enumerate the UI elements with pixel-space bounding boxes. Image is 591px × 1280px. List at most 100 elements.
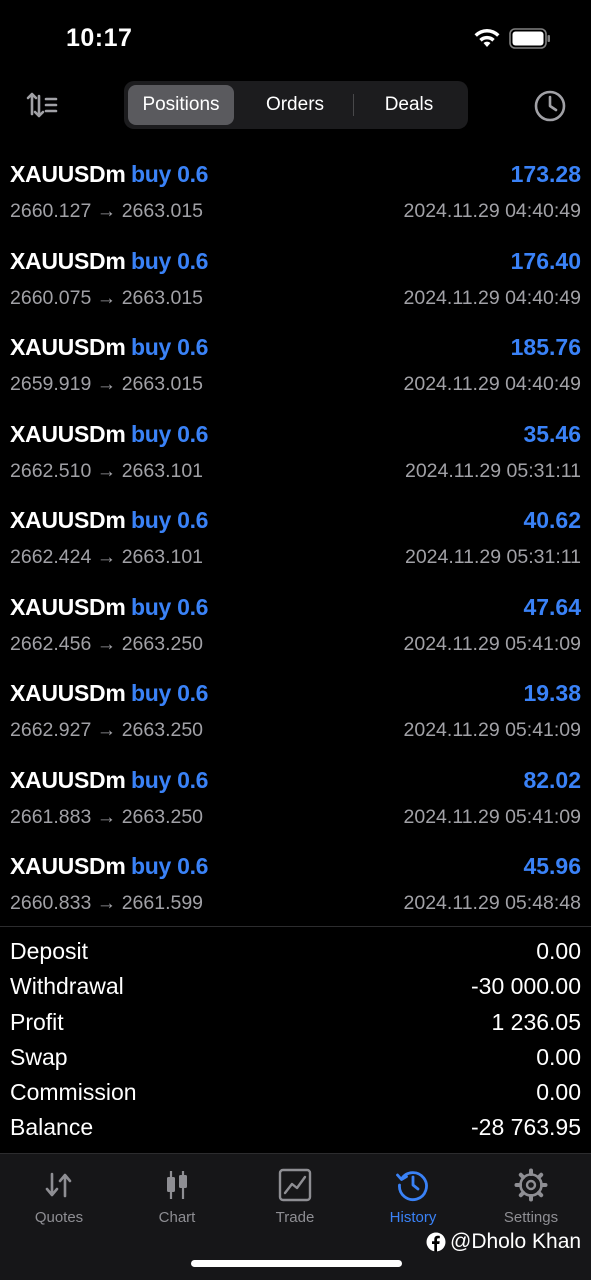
- deal-prices: 2660.833 → 2661.599: [10, 892, 203, 915]
- deal-profit: 173.28: [510, 161, 581, 187]
- close-price: 2663.015: [121, 200, 204, 222]
- status-bar: 10:17: [0, 0, 591, 78]
- deal-side: buy 0.6: [131, 420, 209, 447]
- deal-row[interactable]: XAUUSDm buy 0.6 82.02 2661.883 → 2663.250 20…: [0, 754, 591, 841]
- summary-label: Balance: [10, 1114, 94, 1141]
- tab-quotes[interactable]: Quotes: [0, 1154, 118, 1244]
- deal-row[interactable]: XAUUSDm buy 0.6 45.96 2660.833 → 2661.599 20…: [0, 840, 591, 927]
- segment-deals[interactable]: Deals: [354, 85, 464, 125]
- summary-row: Balance -28 763.95: [0, 1110, 591, 1145]
- arrow-right-icon: →: [96, 632, 117, 655]
- deal-symbol: XAUUSDm: [10, 161, 126, 187]
- open-price: 2659.919: [10, 373, 92, 395]
- deal-row[interactable]: XAUUSDm buy 0.6 176.40 2660.075 → 2663.015 2…: [0, 235, 591, 322]
- open-price: 2662.456: [10, 632, 92, 655]
- tab-trade[interactable]: Trade: [236, 1154, 354, 1244]
- summary-label: Commission: [10, 1079, 137, 1106]
- summary-panel: Deposit 0.00 Withdrawal -30 000.00 Profit 1 2…: [0, 934, 591, 1146]
- deal-symbol: XAUUSDm: [10, 853, 126, 879]
- summary-row: Swap 0.00: [0, 1040, 591, 1075]
- arrow-right-icon: →: [96, 892, 117, 914]
- open-price: 2662.510: [10, 459, 92, 482]
- summary-row: Commission 0.00: [0, 1075, 591, 1110]
- close-price: 2663.015: [121, 286, 204, 309]
- deal-side: buy 0.6: [131, 161, 209, 187]
- close-price: 2663.015: [121, 373, 204, 395]
- summary-value: 0.00: [536, 1043, 581, 1070]
- deal-row[interactable]: XAUUSDm buy 0.6 40.62 2662.424 → 2663.101 20…: [0, 494, 591, 581]
- deal-prices: 2660.127 → 2663.015: [10, 200, 203, 223]
- home-indicator: [191, 1260, 402, 1267]
- summary-row: Profit 1 236.05: [0, 1005, 591, 1040]
- deal-row[interactable]: XAUUSDm buy 0.6 173.28 2660.127 → 2663.015 2…: [0, 148, 591, 235]
- deal-prices: 2662.510 → 2663.101: [10, 460, 203, 483]
- clock-icon[interactable]: [533, 89, 567, 123]
- deal-side: buy 0.6: [131, 766, 209, 793]
- open-price: 2660.127: [10, 200, 92, 222]
- summary-label: Swap: [10, 1043, 68, 1070]
- deal-row[interactable]: XAUUSDm buy 0.6 185.76 2659.919 → 2663.015 2…: [0, 321, 591, 408]
- close-price: 2663.250: [121, 632, 204, 655]
- deal-symbol: XAUUSDm: [10, 420, 126, 447]
- deal-row[interactable]: XAUUSDm buy 0.6 35.46 2662.510 → 2663.101 20…: [0, 408, 591, 495]
- deal-prices: 2662.456 → 2663.250: [10, 633, 203, 656]
- open-price: 2660.075: [10, 286, 92, 309]
- deal-row[interactable]: XAUUSDm buy 0.6 19.38 2662.927 → 2663.250 20…: [0, 667, 591, 754]
- deal-side: buy 0.6: [131, 334, 209, 360]
- deal-symbol: XAUUSDm: [10, 593, 126, 620]
- deal-time: 2024.11.29 05:31:11: [404, 459, 581, 482]
- deal-prices: 2662.424 → 2663.101: [10, 546, 203, 569]
- close-price: 2661.599: [121, 892, 204, 914]
- deal-list: XAUUSDm buy 0.6 173.28 2660.127 → 2663.015 2…: [0, 148, 591, 927]
- top-bar: Positions Orders Deals: [0, 78, 591, 134]
- close-price: 2663.101: [121, 546, 204, 568]
- deal-prices: 2661.883 → 2663.250: [10, 806, 203, 829]
- deal-time: 2024.11.29 04:40:49: [403, 200, 581, 222]
- deal-side: buy 0.6: [131, 680, 209, 706]
- open-price: 2660.833: [10, 892, 92, 914]
- arrow-right-icon: →: [96, 373, 117, 395]
- settings-icon: [514, 1168, 548, 1202]
- deal-time: 2024.11.29 05:41:09: [403, 719, 581, 741]
- tab-label: Chart: [158, 1209, 196, 1226]
- wifi-icon: [474, 28, 500, 47]
- deal-profit: 19.38: [523, 680, 581, 706]
- arrow-right-icon: →: [96, 200, 117, 222]
- deal-symbol: XAUUSDm: [10, 680, 126, 706]
- deal-time: 2024.11.29 05:31:11: [404, 546, 581, 568]
- summary-row: Deposit 0.00: [0, 934, 591, 969]
- deal-side: buy 0.6: [131, 853, 209, 879]
- deal-symbol: XAUUSDm: [10, 334, 126, 360]
- deal-time: 2024.11.29 05:41:09: [403, 805, 581, 828]
- deal-time: 2024.11.29 05:48:48: [403, 892, 581, 914]
- tab-label: Quotes: [34, 1209, 84, 1226]
- deal-symbol: XAUUSDm: [10, 507, 126, 533]
- segment-orders[interactable]: Orders: [238, 85, 352, 125]
- deal-profit: 82.02: [523, 766, 581, 793]
- deal-side: buy 0.6: [131, 247, 209, 274]
- open-price: 2662.927: [10, 719, 92, 741]
- chart-icon: [167, 1171, 187, 1199]
- tab-chart[interactable]: Chart: [118, 1154, 236, 1244]
- arrow-right-icon: →: [96, 546, 117, 568]
- deal-profit: 47.64: [523, 593, 581, 620]
- summary-label: Deposit: [10, 938, 88, 964]
- divider: [0, 926, 591, 927]
- summary-label: Profit: [10, 1008, 64, 1035]
- deal-symbol: XAUUSDm: [10, 247, 126, 274]
- close-price: 2663.250: [121, 719, 204, 741]
- tab-label: Settings: [503, 1209, 559, 1226]
- arrow-right-icon: →: [96, 719, 117, 741]
- deal-row[interactable]: XAUUSDm buy 0.6 47.64 2662.456 → 2663.250 20…: [0, 581, 591, 668]
- deal-prices: 2662.927 → 2663.250: [10, 719, 203, 742]
- arrow-right-icon: →: [96, 286, 117, 309]
- deal-time: 2024.11.29 04:40:49: [403, 286, 581, 309]
- arrow-right-icon: →: [96, 805, 117, 828]
- deal-time: 2024.11.29 05:41:09: [403, 632, 581, 655]
- quotes-icon: [45, 1172, 72, 1198]
- history-icon: [396, 1171, 428, 1201]
- segment-positions[interactable]: Positions: [128, 85, 234, 125]
- sort-icon[interactable]: [26, 90, 58, 120]
- summary-value: 1 236.05: [491, 1008, 581, 1035]
- facebook-icon: [426, 1232, 446, 1252]
